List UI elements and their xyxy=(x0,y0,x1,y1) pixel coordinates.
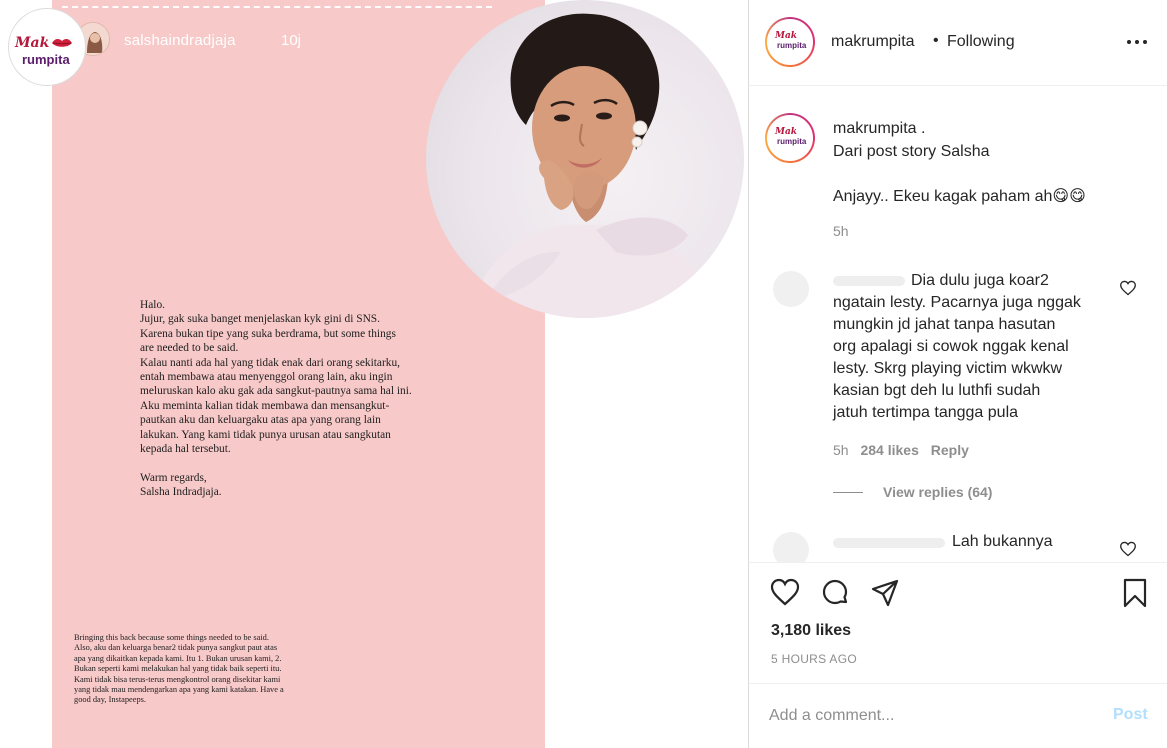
save-icon[interactable] xyxy=(1119,577,1151,609)
note-line: good day, Instapeeps. xyxy=(74,695,147,705)
heart-icon[interactable] xyxy=(769,577,801,609)
comment-username-blurred xyxy=(833,538,945,548)
letter-line: Jujur, gak suka banget menjelaskan kyk g… xyxy=(140,313,380,326)
comment-meta: 5h 284 likes Reply xyxy=(833,442,977,458)
story-time: 10j xyxy=(281,32,302,49)
letter-line xyxy=(140,456,440,470)
letter-line: Warm regards, xyxy=(140,471,207,484)
post-timestamp: 5 HOURS AGO xyxy=(771,652,857,666)
header-separator: • xyxy=(933,32,939,49)
note-line: apa yang dikaitkan kepada kami. Itu 1. B… xyxy=(74,653,282,663)
note-line: Kami tidak bisa terus-terus mengkontrol … xyxy=(74,674,281,684)
post-media: salshaindradjaja 10j Mak rumpita Halo. J… xyxy=(0,0,748,748)
comment-text-line: Dia dulu juga koar2 xyxy=(911,272,1049,289)
caption-time: 5h xyxy=(833,223,849,239)
brand-logo-line2: rumpita xyxy=(22,52,70,67)
letter-line: entah membawa atau menyenggol orang lain… xyxy=(140,371,393,384)
avatar-logo-line2: rumpita xyxy=(777,137,807,146)
caption-username[interactable]: makrumpita xyxy=(833,120,917,137)
header-avatar[interactable]: Mak rumpita xyxy=(765,17,815,67)
comment-text: Dia dulu juga koar2 ngatain lesty. Pacarn… xyxy=(833,270,1123,424)
letter-line: Halo. xyxy=(140,299,165,311)
note-line: Also, aku dan keluarga benar2 tidak puny… xyxy=(74,643,278,653)
letter-line: Aku meminta kalian tidak membawa dan men… xyxy=(140,399,390,412)
story-username: salshaindradjaja xyxy=(124,32,236,49)
letter-line: meluruskan kalo aku gak ada sangkut-paut… xyxy=(140,385,412,398)
comment-text: Lah bukannya xyxy=(952,533,1053,550)
caption-text-line2: Anjayy.. Ekeu kagak paham ah😋😋 xyxy=(833,188,1086,205)
comment-text-line: kasian bgt deh lu luthfi sudah xyxy=(833,382,1041,399)
comment-icon[interactable] xyxy=(819,577,851,609)
letter-line: Kalau nanti ada hal yang tidak enak dari… xyxy=(140,356,400,369)
comment-text-line: ngatain lesty. Pacarnya juga nggak xyxy=(833,294,1081,311)
post-actions: 3,180 likes 5 HOURS AGO xyxy=(749,562,1167,702)
note-line: Bringing this back because some things n… xyxy=(74,633,269,642)
letter-line: pautkan aku dan keluargaku atas apa yang… xyxy=(140,414,381,427)
story-letter-text: Halo. Jujur, gak suka banget menjelaskan … xyxy=(140,298,440,500)
comment-avatar[interactable] xyxy=(773,271,809,307)
likes-count[interactable]: 3,180 likes xyxy=(771,622,851,640)
portrait-photo xyxy=(426,0,744,318)
view-replies-button[interactable]: View replies (64) xyxy=(883,484,992,500)
caption-header: makrumpita . xyxy=(833,120,925,138)
comment-time: 5h xyxy=(833,442,849,458)
letter-line: lakukan. Yang kami tidak punya urusan at… xyxy=(140,428,391,441)
comment-text-line: org apalagi si cowok nggak kenal xyxy=(833,338,1069,355)
brand-logo-line1: Mak xyxy=(15,35,50,51)
letter-line: Karena bukan tipe yang suka berdrama, bu… xyxy=(140,327,396,340)
letter-line: are needed to be said. xyxy=(140,342,239,355)
reply-button[interactable]: Reply xyxy=(931,442,969,458)
add-comment-bar: Post xyxy=(749,683,1167,748)
brand-watermark-logo: Mak rumpita xyxy=(8,8,86,86)
more-options-icon[interactable] xyxy=(1123,32,1151,52)
caption-text-line1: Dari post story Salsha xyxy=(833,143,990,160)
avatar-logo-line2: rumpita xyxy=(777,41,807,50)
letter-line: kepada hal tersebut. xyxy=(140,443,231,456)
comment-like-icon[interactable] xyxy=(1119,280,1137,296)
post-side-panel: Mak rumpita makrumpita • Following Mak r… xyxy=(748,0,1167,748)
letter-line: Salsha Indradjaja. xyxy=(140,486,222,499)
comment-text-line: jatuh tertimpa tangga pula xyxy=(833,404,1019,421)
caption-avatar[interactable]: Mak rumpita xyxy=(765,113,815,163)
note-line: Bukan seperti kami melakukan hal yang ti… xyxy=(74,664,282,674)
following-button[interactable]: Following xyxy=(947,33,1015,51)
header-username[interactable]: makrumpita xyxy=(831,33,915,51)
share-icon[interactable] xyxy=(869,577,901,609)
lips-icon xyxy=(52,38,72,47)
replies-divider xyxy=(833,492,863,493)
story-note-text: Bringing this back because some things n… xyxy=(74,633,334,706)
avatar-logo-line1: Mak xyxy=(775,127,798,137)
story-progress-bar xyxy=(62,6,492,8)
caption-username-suffix: . xyxy=(916,120,926,137)
comment-like-icon[interactable] xyxy=(1119,541,1137,557)
comment-input[interactable] xyxy=(769,704,1089,728)
note-line: yang tidak mau mendengarkan apa yang kam… xyxy=(74,685,284,695)
comment-text-line: mungkin jd jahat tanpa hasutan xyxy=(833,316,1056,333)
avatar-logo-line1: Mak xyxy=(775,31,798,41)
post-button[interactable]: Post xyxy=(1113,706,1148,724)
post-header: Mak rumpita makrumpita • Following xyxy=(749,0,1167,86)
comment-likes[interactable]: 284 likes xyxy=(860,442,918,458)
comment-text-line: lesty. Skrg playing victim wkwkw xyxy=(833,360,1063,377)
